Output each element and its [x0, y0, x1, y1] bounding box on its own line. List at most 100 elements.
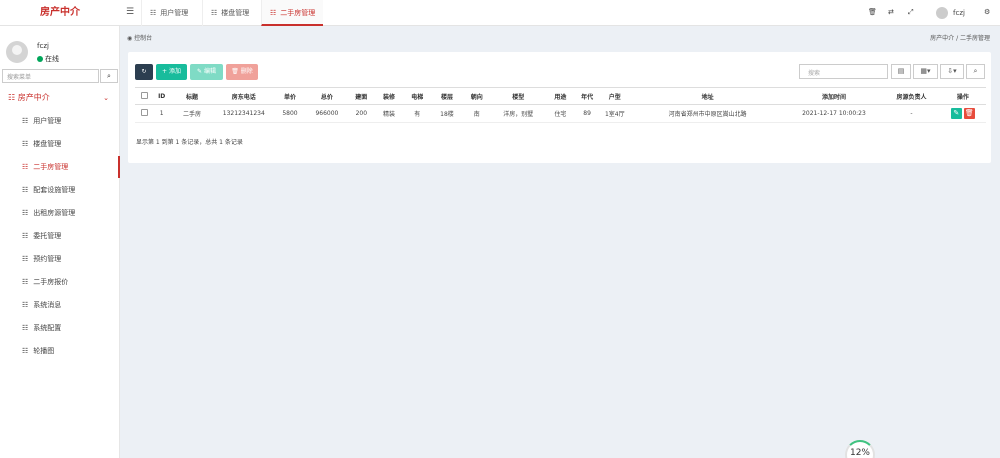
edit-icon[interactable]: ✎ — [950, 108, 962, 119]
content-panel: ↻ + 添加 ✎ 编辑 🗑 删除 搜索 ▤ ▦▾ ⇩▾ ⌕ ID 标题 房东电话… — [128, 52, 991, 163]
sidebar-item-facility[interactable]: ☷ 配套设施管理 — [0, 179, 120, 201]
search-icon[interactable]: ⌕ — [100, 69, 118, 83]
list-icon: ☷ — [22, 117, 29, 125]
col-header[interactable]: 电梯 — [402, 87, 432, 105]
list-icon: ☷ — [22, 255, 29, 263]
avatar[interactable] — [936, 7, 948, 19]
chevron-down-icon: ⌄ — [103, 94, 109, 102]
list-icon: ☷ — [22, 232, 29, 240]
export-dropdown-icon[interactable]: ⇩▾ — [940, 64, 964, 79]
cell-id: 1 — [153, 104, 170, 123]
list-icon: ☷ — [22, 301, 29, 309]
col-header[interactable]: 房源负责人 — [883, 87, 940, 105]
sidebar-item-rental[interactable]: ☷ 出租房源管理 — [0, 202, 120, 224]
menu-search-input[interactable]: 搜索菜单 — [2, 69, 99, 83]
cell-usage: 住宅 — [545, 104, 576, 123]
sidebar-item-entrust[interactable]: ☷ 委托管理 — [0, 225, 120, 247]
cell-owner: - — [883, 104, 940, 123]
fullscreen-icon[interactable]: ⤢ — [908, 8, 914, 17]
col-header[interactable]: ID — [153, 87, 170, 105]
breadcrumb: ◉ 控制台 房产中介 / 二手房管理 — [120, 26, 1000, 48]
list-icon: ☷ — [22, 347, 29, 355]
tab-user-management[interactable]: ☷ 用户管理 — [141, 0, 196, 26]
col-header[interactable]: 单价 — [273, 87, 307, 105]
table-header-row: ID 标题 房东电话 单价 总价 建面 装修 电梯 楼层 朝向 楼型 用途 年代… — [135, 87, 986, 105]
list-icon: ☷ — [8, 93, 16, 102]
toggle-view-icon[interactable]: ▤ — [891, 64, 911, 79]
sidebar-item-config[interactable]: ☷ 系统配置 — [0, 317, 120, 339]
table-search-input[interactable]: 搜索 — [799, 64, 888, 79]
col-header: 操作 — [939, 87, 986, 105]
advanced-search-icon[interactable]: ⌕ — [966, 64, 985, 79]
sidebar-item-carousel[interactable]: ☷ 轮播图 — [0, 340, 120, 362]
sidebar-item-booking[interactable]: ☷ 预约管理 — [0, 248, 120, 270]
online-status: 在线 — [37, 54, 59, 64]
table-row[interactable]: 1 二手房 13212341234 5800 966000 200 精装 有 1… — [135, 104, 986, 123]
tab-secondhand-management[interactable]: ☷ 二手房管理 — [261, 0, 324, 26]
breadcrumb-home[interactable]: 控制台 — [134, 35, 152, 42]
col-header[interactable]: 楼层 — [431, 87, 463, 105]
top-username[interactable]: fczj — [953, 9, 965, 17]
cell-total-price: 966000 — [306, 104, 348, 123]
progress-indicator: 12% — [845, 440, 875, 458]
list-icon: ☷ — [150, 9, 157, 17]
add-button[interactable]: + 添加 — [156, 64, 187, 80]
row-checkbox[interactable] — [135, 104, 154, 123]
col-header[interactable]: 标题 — [169, 87, 215, 105]
col-header[interactable]: 年代 — [575, 87, 599, 105]
columns-dropdown-icon[interactable]: ▦▾ — [913, 64, 938, 79]
trash-icon[interactable]: 🗑 — [963, 108, 975, 119]
list-icon: ☷ — [270, 9, 277, 17]
col-header[interactable]: 总价 — [306, 87, 348, 105]
cell-actions: ✎ 🗑 — [939, 104, 986, 123]
dashboard-icon: ◉ — [127, 35, 133, 42]
sidebar-item-secondhand[interactable]: ☷ 二手房管理 — [0, 156, 120, 178]
cell-title: 二手房 — [169, 104, 215, 123]
cell-phone: 13212341234 — [214, 104, 274, 123]
list-icon: ☷ — [22, 186, 29, 194]
app-logo[interactable]: 房产中介 — [0, 0, 120, 26]
col-header[interactable]: 户型 — [598, 87, 631, 105]
col-header[interactable]: 地址 — [630, 87, 785, 105]
top-navbar: 房产中介 ☰ ☷ 用户管理 ☷ 楼盘管理 ☷ 二手房管理 🗑 ⇄ ⤢ fczj ⚙ — [0, 0, 1000, 26]
cell-building-type: 洋房，别墅 — [491, 104, 546, 123]
menu-toggle-icon[interactable]: ☰ — [126, 7, 134, 17]
tab-building-management[interactable]: ☷ 楼盘管理 — [202, 0, 257, 26]
col-header[interactable]: 添加时间 — [784, 87, 884, 105]
cell-decoration: 精装 — [375, 104, 403, 123]
sidebar-item-building[interactable]: ☷ 楼盘管理 — [0, 133, 120, 155]
edit-button[interactable]: ✎ 编辑 — [190, 64, 223, 80]
gear-icon[interactable]: ⚙ — [984, 8, 990, 16]
cell-address: 河南省郑州市中原区嵩山北路 — [630, 104, 785, 123]
sidebar-username: fczj — [37, 42, 49, 50]
trash-icon[interactable]: 🗑 — [868, 8, 877, 16]
sidebar-item-message[interactable]: ☷ 系统消息 — [0, 294, 120, 316]
select-all-checkbox[interactable] — [135, 87, 154, 105]
cell-added-time: 2021-12-17 10:00:23 — [784, 104, 884, 123]
user-avatar — [6, 41, 28, 63]
online-dot-icon — [37, 56, 43, 62]
data-table: ID 标题 房东电话 单价 总价 建面 装修 电梯 楼层 朝向 楼型 用途 年代… — [135, 87, 986, 123]
cell-area: 200 — [347, 104, 376, 123]
sidebar-group-fangchan[interactable]: ☷ 房产中介 ⌄ — [0, 90, 119, 106]
cell-orientation: 南 — [462, 104, 492, 123]
list-icon: ☷ — [22, 209, 29, 217]
col-header[interactable]: 房东电话 — [214, 87, 274, 105]
col-header[interactable]: 楼型 — [491, 87, 546, 105]
sidebar-item-user[interactable]: ☷ 用户管理 — [0, 110, 120, 132]
col-header[interactable]: 用途 — [545, 87, 576, 105]
cell-elevator: 有 — [402, 104, 432, 123]
cell-unit-price: 5800 — [273, 104, 307, 123]
refresh-button[interactable]: ↻ — [135, 64, 153, 80]
list-icon: ☷ — [22, 278, 29, 286]
translate-icon[interactable]: ⇄ — [888, 8, 894, 16]
cell-year: 89 — [575, 104, 599, 123]
col-header[interactable]: 朝向 — [462, 87, 492, 105]
list-icon: ☷ — [22, 163, 29, 171]
breadcrumb-path: 房产中介 / 二手房管理 — [930, 35, 990, 42]
col-header[interactable]: 建面 — [347, 87, 376, 105]
col-header[interactable]: 装修 — [375, 87, 403, 105]
pagination-info: 显示第 1 到第 1 条记录，总共 1 条记录 — [136, 139, 243, 146]
sidebar-item-quote[interactable]: ☷ 二手房报价 — [0, 271, 120, 293]
delete-button[interactable]: 🗑 删除 — [226, 64, 258, 80]
